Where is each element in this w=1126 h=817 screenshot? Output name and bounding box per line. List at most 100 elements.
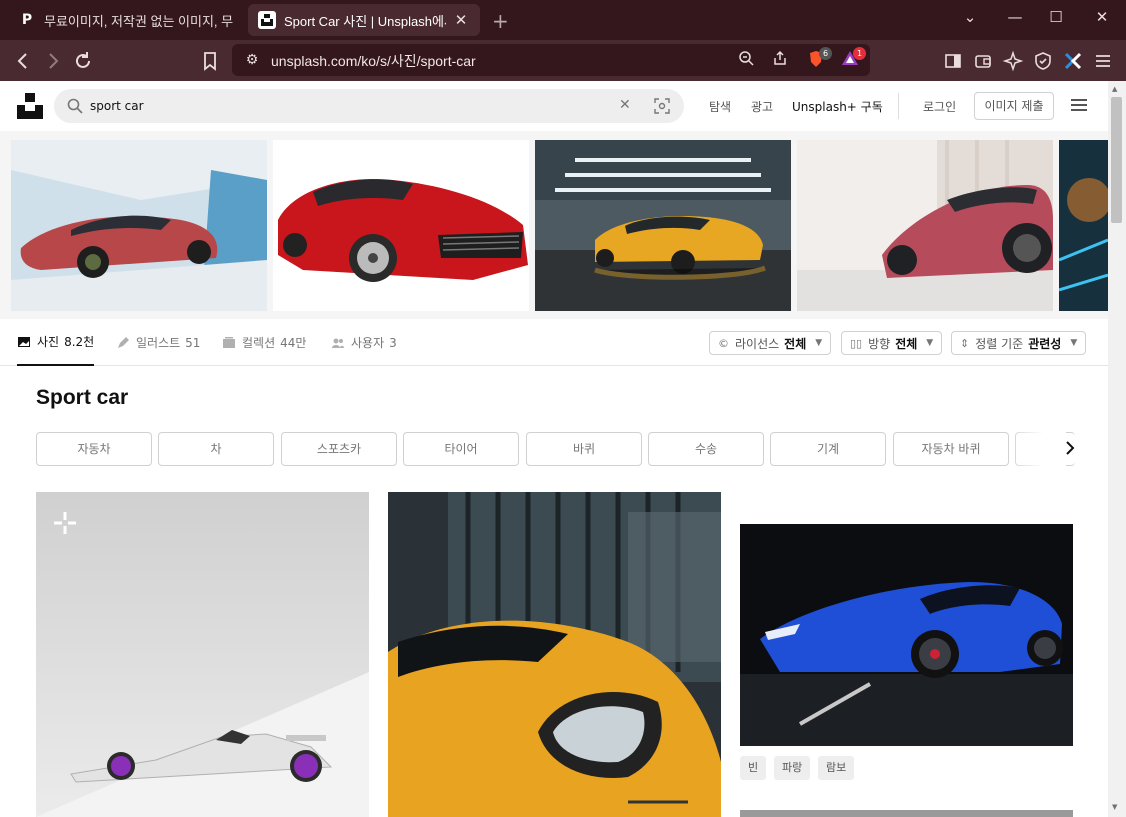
menu-icon[interactable] xyxy=(1091,49,1115,73)
sidebar-toggle-icon[interactable] xyxy=(941,49,965,73)
tab-photos-count: 8.2천 xyxy=(64,335,95,349)
window-close-icon[interactable]: ✕ xyxy=(1090,8,1114,26)
unsplash-favicon-icon xyxy=(258,11,276,29)
tab-title: Sport Car 사진 | Unsplash에서 xyxy=(284,13,446,29)
sort-filter-value: 관련성 xyxy=(1028,336,1062,351)
related-chip[interactable]: 기계 xyxy=(770,432,886,466)
site-header: ✕ 탐색 광고 Unsplash+ 구독 로그인 이미지 제출 xyxy=(0,81,1108,131)
scroll-up-icon[interactable]: ▲ xyxy=(1112,85,1117,93)
browser-tab-bar: P 무료이미지, 저작권 없는 이미지, 무 Sport Car 사진 | Un… xyxy=(0,0,1126,40)
tab-illustrations-label: 일러스트 xyxy=(136,336,181,350)
maximize-icon[interactable]: ☐ xyxy=(1044,8,1068,26)
thumbnail-image[interactable] xyxy=(273,140,529,311)
leo-ai-icon[interactable] xyxy=(1001,49,1025,73)
new-tab-icon[interactable]: + xyxy=(492,9,509,33)
bookmark-icon[interactable] xyxy=(198,49,222,73)
chips-fade xyxy=(1010,430,1066,468)
copyright-icon: © xyxy=(718,336,729,350)
forward-icon[interactable] xyxy=(41,49,65,73)
tab-photos[interactable]: 사진 8.2천 xyxy=(17,319,95,366)
brave-shields-icon[interactable]: 6 xyxy=(806,47,832,70)
page-scrollbar[interactable]: ▲ ▼ xyxy=(1108,81,1126,817)
featured-thumbnail-strip xyxy=(0,131,1108,319)
thumbnail-image[interactable] xyxy=(1059,140,1108,311)
photo-card[interactable] xyxy=(740,524,1073,746)
reload-icon[interactable] xyxy=(71,49,95,73)
browser-toolbar: ⚙ unsplash.com/ko/s/사진/sport-car 6 1 xyxy=(0,40,1126,81)
orientation-filter-dropdown[interactable]: ▯▯ 방향 전체 ▼ xyxy=(841,331,943,355)
related-chip[interactable]: 수송 xyxy=(648,432,764,466)
thumbnail-image[interactable] xyxy=(11,140,267,311)
tab-illustrations-count: 51 xyxy=(185,335,201,350)
photo-tag[interactable]: 파랑 xyxy=(774,756,811,780)
hamburger-menu-icon[interactable] xyxy=(1071,99,1087,111)
page-title: Sport car xyxy=(36,386,129,409)
orientation-icon: ▯▯ xyxy=(850,336,863,350)
clear-search-icon[interactable]: ✕ xyxy=(619,97,631,113)
license-filter-label: 라이선스 xyxy=(735,336,780,351)
photo-icon xyxy=(18,336,30,347)
url-text: unsplash.com/ko/s/사진/sport-car xyxy=(271,53,476,69)
vpn-shield-icon[interactable] xyxy=(1031,49,1055,73)
photo-tag[interactable]: 람보 xyxy=(818,756,855,780)
search-input[interactable] xyxy=(90,95,630,117)
header-divider xyxy=(898,93,899,119)
related-chip[interactable]: 자동차 xyxy=(36,432,152,466)
photo-card[interactable] xyxy=(740,810,1073,817)
extension-icon[interactable] xyxy=(1061,49,1085,73)
chevron-right-icon[interactable] xyxy=(1060,438,1080,458)
minimize-icon[interactable]: — xyxy=(1003,8,1027,26)
tab-collections[interactable]: 컬렉션 44만 xyxy=(222,319,306,366)
related-chip[interactable]: 바퀴 xyxy=(526,432,642,466)
chevron-down-icon: ▼ xyxy=(926,338,934,348)
photo-tag[interactable]: 빈 xyxy=(740,756,767,780)
photo-card[interactable] xyxy=(388,492,721,817)
share-icon[interactable] xyxy=(770,50,790,70)
unsplash-logo[interactable] xyxy=(17,93,43,119)
shields-count-badge: 6 xyxy=(819,47,832,60)
chevron-down-icon: ▼ xyxy=(815,338,823,348)
tab-users[interactable]: 사용자 3 xyxy=(331,319,397,366)
visual-search-icon[interactable] xyxy=(654,98,670,114)
related-chip[interactable]: 타이어 xyxy=(403,432,519,466)
tab-close-icon[interactable]: ✕ xyxy=(452,11,470,29)
address-bar[interactable]: ⚙ unsplash.com/ko/s/사진/sport-car 6 1 xyxy=(232,44,870,76)
thumbnail-image[interactable] xyxy=(797,140,1053,311)
browser-tab-1[interactable]: P 무료이미지, 저작권 없는 이미지, 무 xyxy=(8,4,244,36)
users-icon xyxy=(332,338,344,348)
chevron-down-icon: ▼ xyxy=(1070,338,1078,348)
nav-explore-link[interactable]: 탐색 xyxy=(709,98,731,115)
content-type-tabs: 사진 8.2천 일러스트 51 컬렉션 44만 사용자 3 © 라이선스 전체 … xyxy=(0,319,1108,366)
thumbnail-image[interactable] xyxy=(535,140,791,311)
sort-filter-dropdown[interactable]: ⇕ 정렬 기준 관련성 ▼ xyxy=(951,331,1087,355)
tab-users-count: 3 xyxy=(389,335,397,350)
zoom-icon[interactable] xyxy=(736,50,756,70)
pen-icon xyxy=(118,336,129,348)
browser-tab-2-active[interactable]: Sport Car 사진 | Unsplash에서 ✕ xyxy=(248,4,480,36)
orientation-filter-label: 방향 xyxy=(868,336,891,351)
site-settings-icon[interactable]: ⚙ xyxy=(242,50,262,70)
tab-collections-count: 44만 xyxy=(280,336,307,350)
tab-list-chevron-icon[interactable]: ⌄ xyxy=(958,8,982,26)
back-icon[interactable] xyxy=(11,49,35,73)
search-icon[interactable] xyxy=(66,97,84,115)
submit-image-button[interactable]: 이미지 제출 xyxy=(974,92,1054,120)
collection-icon xyxy=(223,336,235,348)
tab-collections-label: 컬렉션 xyxy=(242,336,276,350)
license-filter-dropdown[interactable]: © 라이선스 전체 ▼ xyxy=(709,331,832,355)
brave-rewards-icon[interactable]: 1 xyxy=(840,47,866,70)
wallet-icon[interactable] xyxy=(971,49,995,73)
unsplash-plus-link[interactable]: Unsplash+ 구독 xyxy=(792,98,883,115)
login-link[interactable]: 로그인 xyxy=(923,98,956,115)
nav-advertise-link[interactable]: 광고 xyxy=(751,98,773,115)
related-chip[interactable]: 차 xyxy=(158,432,274,466)
scrollbar-thumb[interactable] xyxy=(1111,97,1122,223)
related-chip[interactable]: 스포츠카 xyxy=(281,432,397,466)
related-chip[interactable]: 자동차 바퀴 xyxy=(893,432,1009,466)
scroll-down-icon[interactable]: ▼ xyxy=(1112,803,1117,811)
photo-card[interactable] xyxy=(36,492,369,817)
tab-illustrations[interactable]: 일러스트 51 xyxy=(116,319,200,366)
search-bar: ✕ xyxy=(54,89,684,123)
tab-favicon-icon: P xyxy=(21,12,33,28)
sort-filter-label: 정렬 기준 xyxy=(975,336,1024,351)
